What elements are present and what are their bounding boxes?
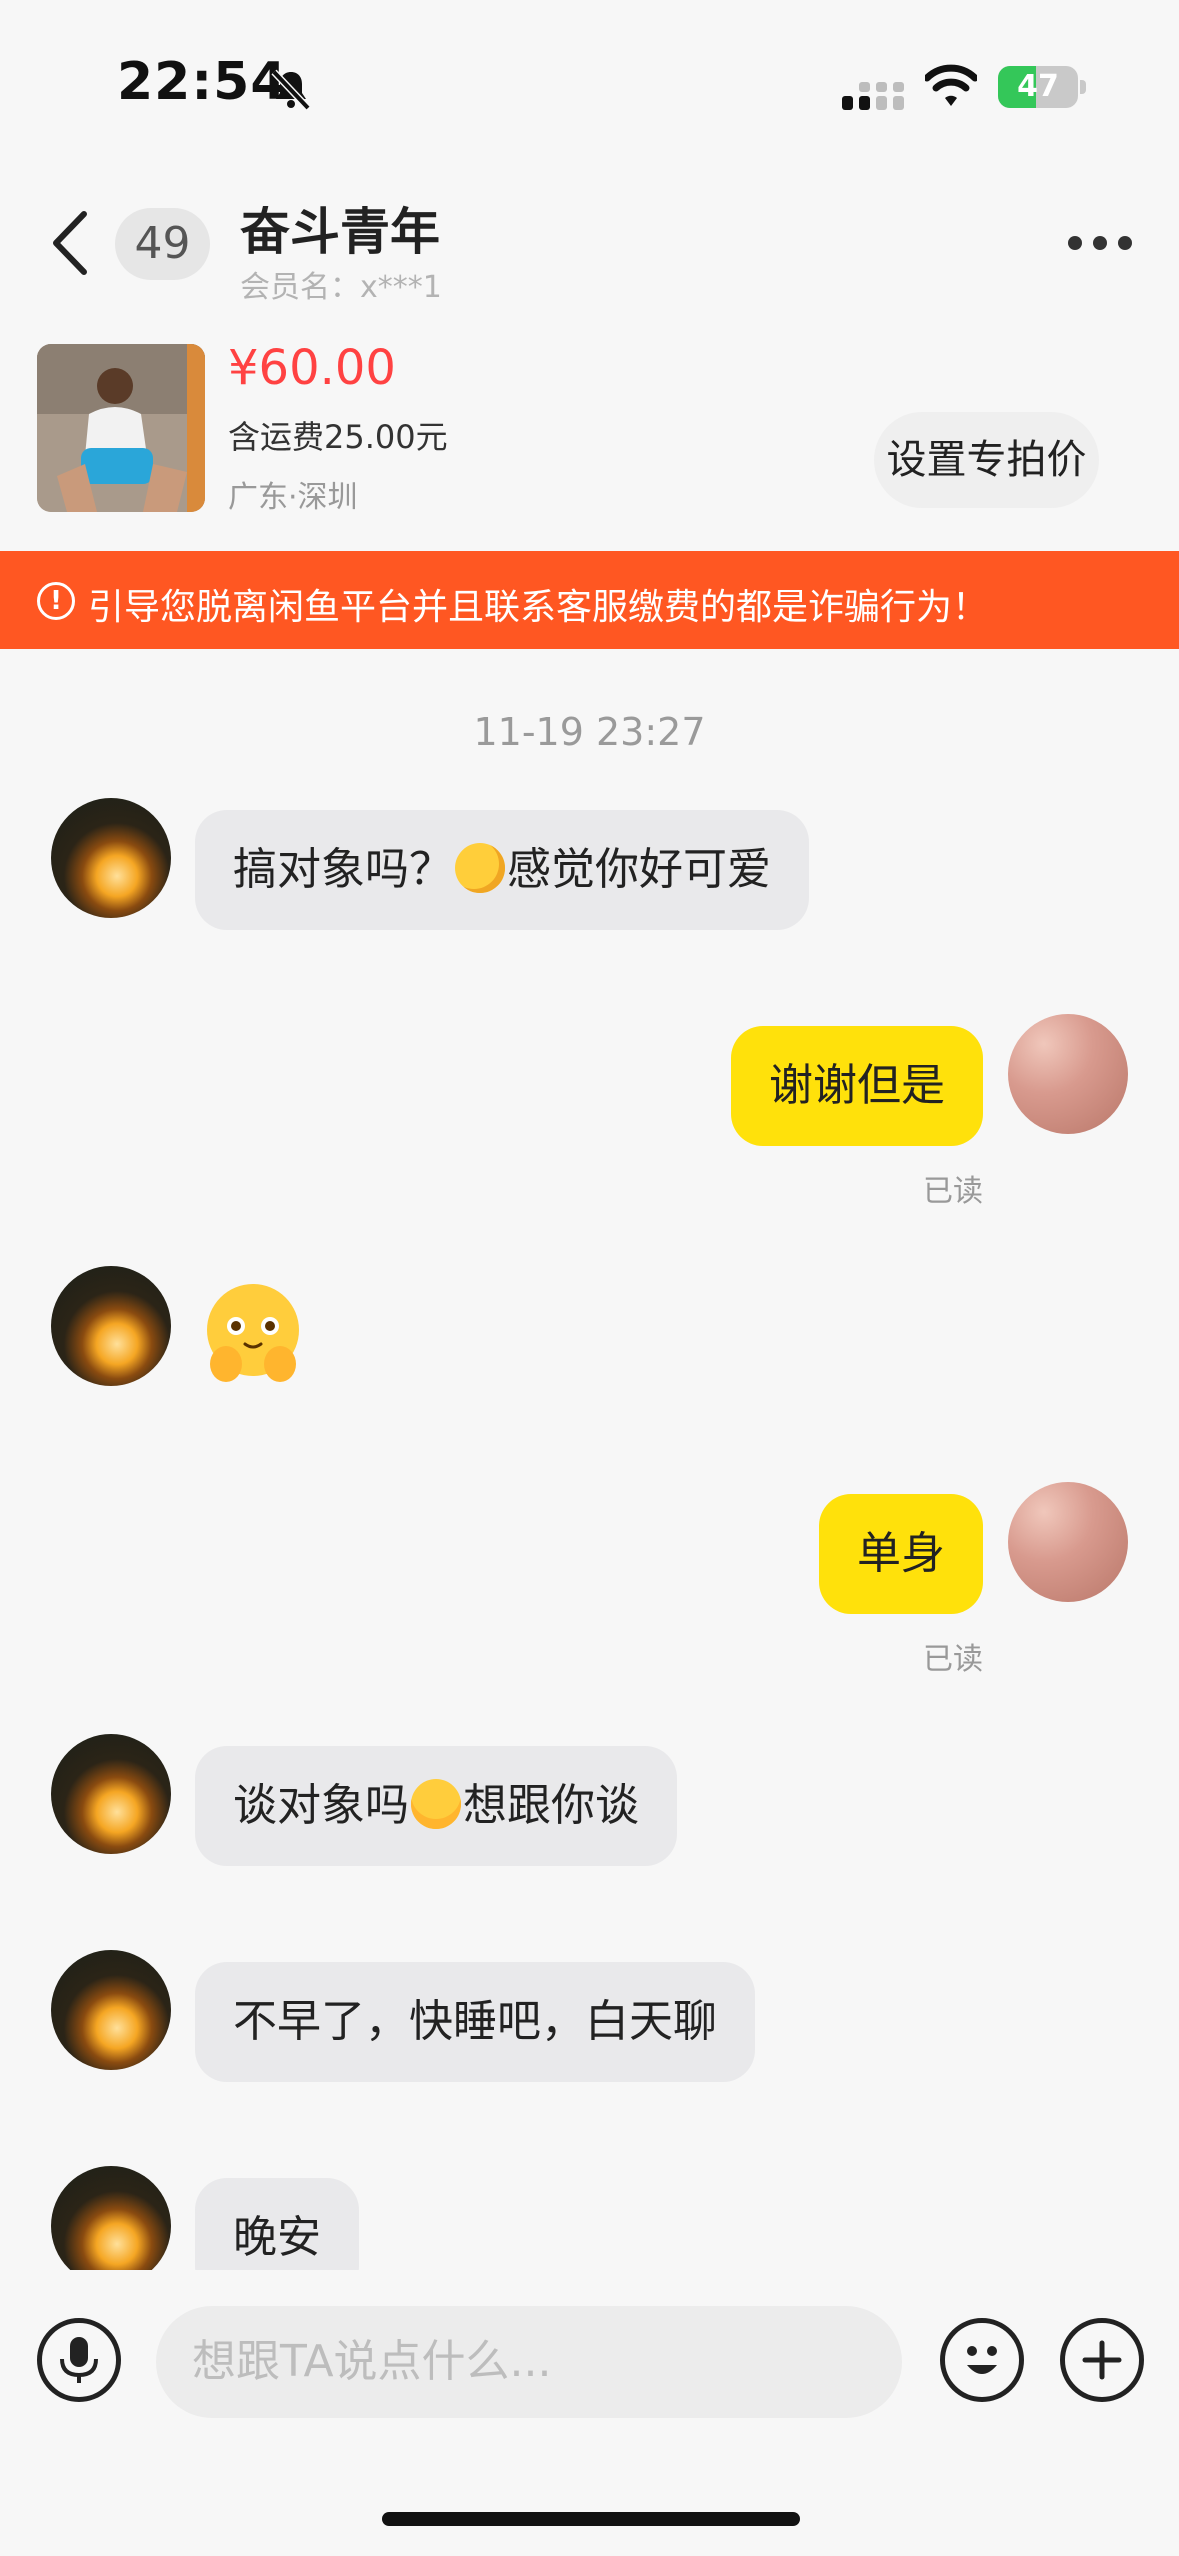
my-avatar[interactable]: [1008, 1014, 1128, 1134]
message-text: 想跟你谈: [463, 1780, 639, 1831]
member-name: 会员名：x***1: [240, 270, 442, 305]
product-price: ¥60.00: [228, 340, 396, 396]
read-receipt: 已读: [923, 1174, 983, 1209]
battery-indicator: 47: [998, 66, 1078, 108]
set-special-price-button[interactable]: 设置专拍价: [874, 412, 1099, 508]
plus-icon: [1082, 2340, 1122, 2380]
home-indicator[interactable]: [382, 2512, 800, 2526]
incoming-message[interactable]: 晚安: [195, 2178, 359, 2270]
product-location: 广东·深圳: [228, 480, 358, 515]
chat-area[interactable]: 11-19 23:27 搞对象吗？ 感觉你好可爱 谢谢但是 已读 单身 已读 谈对…: [0, 650, 1179, 2270]
contact-avatar[interactable]: [51, 798, 171, 918]
shy-face-emoji-icon: [455, 843, 505, 893]
microphone-icon: [60, 2337, 98, 2383]
message-text: 谈对象吗: [233, 1780, 409, 1831]
contact-avatar[interactable]: [51, 1734, 171, 1854]
contact-name: 奋斗青年: [240, 203, 440, 261]
hugging-face-emoji-icon: [411, 1779, 461, 1829]
unread-count-badge[interactable]: 49: [115, 208, 210, 280]
contact-avatar[interactable]: [51, 1266, 171, 1386]
message-timestamp: 11-19 23:27: [473, 710, 706, 754]
voice-input-button[interactable]: [37, 2318, 121, 2402]
cellular-signal-icon: [842, 82, 904, 110]
contact-avatar[interactable]: [51, 2166, 171, 2270]
my-avatar[interactable]: [1008, 1482, 1128, 1602]
warning-text: 引导您脱离闲鱼平台并且联系客服缴费的都是诈骗行为！: [88, 587, 989, 628]
incoming-message[interactable]: 不早了，快睡吧，白天聊: [195, 1962, 755, 2082]
outgoing-message[interactable]: 单身: [819, 1494, 983, 1614]
message-input[interactable]: 想跟TA说点什么...: [156, 2306, 902, 2418]
contact-avatar[interactable]: [51, 1950, 171, 2070]
product-thumbnail[interactable]: [37, 344, 205, 512]
wifi-icon: [925, 64, 977, 106]
message-text: 搞对象吗？: [233, 844, 453, 895]
emoji-button[interactable]: [940, 2318, 1024, 2402]
incoming-message[interactable]: 谈对象吗 想跟你谈: [195, 1746, 677, 1866]
battery-cap: [1080, 80, 1086, 94]
read-receipt: 已读: [923, 1642, 983, 1677]
more-options-icon[interactable]: [1068, 236, 1132, 252]
hugging-face-emoji-icon[interactable]: [198, 1278, 308, 1388]
back-arrow-icon[interactable]: [50, 210, 90, 276]
incoming-message[interactable]: 搞对象吗？ 感觉你好可爱: [195, 810, 809, 930]
silent-bell-icon: [271, 69, 311, 111]
status-time: 22:54: [117, 52, 288, 112]
warning-icon: !: [37, 582, 75, 620]
message-text: 感觉你好可爱: [507, 844, 771, 895]
shipping-fee: 含运费25.00元: [228, 418, 448, 456]
more-actions-button[interactable]: [1060, 2318, 1144, 2402]
battery-percentage: 47: [1017, 69, 1059, 104]
outgoing-message[interactable]: 谢谢但是: [731, 1026, 983, 1146]
smiley-icon: [967, 2346, 997, 2374]
